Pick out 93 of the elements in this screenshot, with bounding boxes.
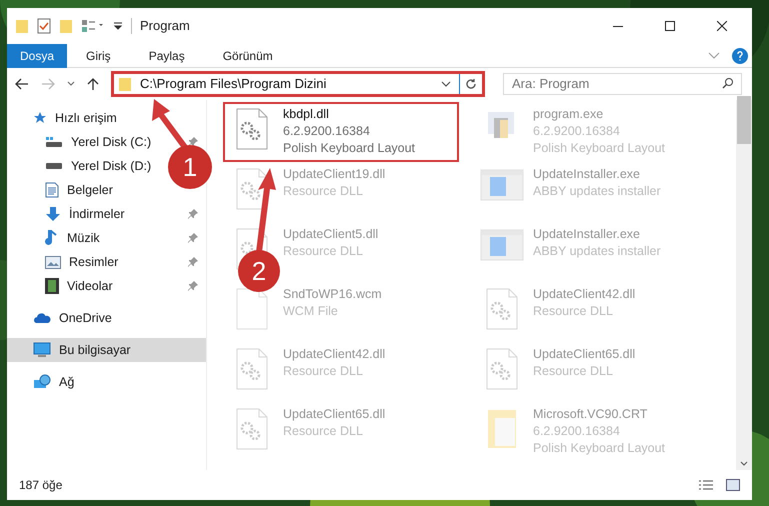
file-detail: Polish Keyboard Layout bbox=[533, 440, 666, 457]
nav-item[interactable]: İndirmeler bbox=[45, 202, 125, 226]
folder-icon bbox=[118, 76, 132, 92]
system-drive-icon bbox=[45, 136, 63, 148]
computer-icon bbox=[33, 342, 51, 358]
pin-icon[interactable] bbox=[188, 281, 198, 291]
file-detail: Polish Keyboard Layout bbox=[533, 140, 666, 157]
view-options-icon[interactable] bbox=[81, 19, 105, 33]
nav-item[interactable]: Yerel Disk (D:) bbox=[45, 154, 152, 178]
large-icons-view-icon[interactable] bbox=[726, 479, 740, 491]
file-detail: Resource DLL bbox=[283, 363, 364, 380]
file-name: SndToWP16.wcm bbox=[283, 286, 382, 303]
refresh-icon[interactable] bbox=[465, 78, 477, 90]
folder-icon bbox=[487, 408, 517, 450]
properties-icon bbox=[37, 18, 51, 34]
file-detail: Resource DLL bbox=[533, 363, 614, 380]
gear-file-icon bbox=[236, 408, 268, 450]
file-detail: WCM File bbox=[283, 303, 339, 320]
file-detail: Polish Keyboard Layout bbox=[283, 140, 416, 157]
star-icon bbox=[33, 111, 47, 125]
search-icon[interactable] bbox=[722, 77, 734, 89]
download-arrow-icon bbox=[45, 206, 61, 222]
gear-file-icon bbox=[486, 348, 518, 390]
nav-item[interactable]: Bu bilgisayar bbox=[7, 338, 206, 362]
file-detail: ABBY updates installer bbox=[533, 183, 661, 200]
address-bar[interactable]: C:\Program Files\Program Dizini bbox=[111, 71, 485, 97]
installer-window-icon bbox=[480, 168, 524, 202]
customize-caret-icon[interactable] bbox=[113, 21, 123, 31]
document-icon bbox=[45, 182, 59, 198]
gear-file-icon bbox=[486, 288, 518, 330]
search-field[interactable]: Ara: Program bbox=[503, 72, 742, 94]
item-count: 187 öğe bbox=[19, 477, 64, 494]
nav-item[interactable]: Hızlı erişim bbox=[33, 106, 117, 130]
file-detail: 6.2.9200.16384 bbox=[533, 123, 621, 140]
nav-item[interactable]: Belgeler bbox=[45, 178, 113, 202]
up-arrow-icon[interactable] bbox=[87, 77, 99, 91]
gear-file-icon bbox=[236, 348, 268, 390]
nav-item[interactable]: Videolar bbox=[45, 274, 113, 298]
recent-caret-icon[interactable] bbox=[67, 81, 75, 87]
file-name: UpdateClient42.dll bbox=[283, 346, 386, 363]
file-name: kbdpl.dll bbox=[283, 106, 330, 123]
pin-icon[interactable] bbox=[188, 233, 198, 243]
ribbon-tab[interactable]: Görünüm bbox=[204, 44, 292, 68]
help-icon[interactable] bbox=[732, 48, 748, 64]
pin-icon[interactable] bbox=[188, 209, 198, 219]
file-name: program.exe bbox=[533, 106, 604, 123]
nav-item[interactable]: Resimler bbox=[45, 250, 118, 274]
expand-ribbon-icon[interactable] bbox=[708, 52, 720, 60]
ribbon-tab[interactable]: Paylaş bbox=[130, 44, 204, 68]
file-detail: Resource DLL bbox=[283, 243, 364, 260]
ribbon-tab[interactable]: Giriş bbox=[67, 44, 130, 68]
details-view-icon[interactable] bbox=[698, 479, 714, 491]
file-name: Microsoft.VC90.CRT bbox=[533, 406, 648, 423]
close-icon bbox=[717, 21, 727, 31]
cloud-icon bbox=[33, 312, 51, 324]
gear-file-icon bbox=[236, 108, 268, 150]
file-detail: 6.2.9200.16384 bbox=[533, 423, 621, 440]
drive-icon bbox=[45, 162, 63, 170]
scroll-down-icon[interactable] bbox=[740, 461, 748, 466]
file-name: UpdateClient42.dll bbox=[533, 286, 636, 303]
address-path: C:\Program Files\Program Dizini bbox=[140, 75, 328, 94]
file-detail: Resource DLL bbox=[533, 303, 614, 320]
file-name: UpdateInstaller.exe bbox=[533, 166, 642, 183]
file-detail: 6.2.9200.16384 bbox=[283, 123, 371, 140]
nav-item[interactable]: Müzik bbox=[45, 226, 100, 250]
file-detail: ABBY updates installer bbox=[533, 243, 661, 260]
file-name: UpdateClient65.dll bbox=[283, 406, 386, 423]
film-icon bbox=[45, 278, 59, 294]
file-item[interactable]: kbdpl.dll 6.2.9200.16384 Polish Keyboard Layout bbox=[223, 102, 459, 162]
maximize-icon bbox=[665, 21, 675, 31]
file-name: UpdateClient65.dll bbox=[533, 346, 636, 363]
ribbon-tab[interactable]: Dosya bbox=[7, 44, 68, 68]
pin-icon[interactable] bbox=[188, 137, 198, 147]
file-name: UpdateInstaller.exe bbox=[533, 226, 642, 243]
window-title: Program bbox=[140, 17, 190, 36]
picture-icon bbox=[45, 256, 61, 268]
file-name: UpdateClient19.dll bbox=[283, 166, 386, 183]
network-icon bbox=[33, 374, 51, 390]
file-detail: Resource DLL bbox=[283, 183, 364, 200]
back-arrow-icon[interactable] bbox=[15, 78, 29, 90]
nav-item[interactable]: Ağ bbox=[33, 370, 74, 394]
nav-item[interactable]: Yerel Disk (C:) bbox=[45, 130, 152, 154]
pin-icon[interactable] bbox=[188, 257, 198, 267]
scroll-thumb[interactable] bbox=[737, 96, 751, 144]
file-name: UpdateClient5.dll bbox=[283, 226, 378, 243]
installer-window-icon bbox=[480, 228, 524, 262]
history-caret-icon[interactable] bbox=[441, 81, 451, 87]
new-folder-icon bbox=[59, 18, 73, 34]
file-detail: Resource DLL bbox=[283, 423, 364, 440]
folder-icon bbox=[15, 18, 29, 34]
music-note-icon bbox=[45, 230, 59, 246]
nav-item[interactable]: OneDrive bbox=[33, 306, 112, 330]
blank-file-icon bbox=[236, 288, 268, 330]
